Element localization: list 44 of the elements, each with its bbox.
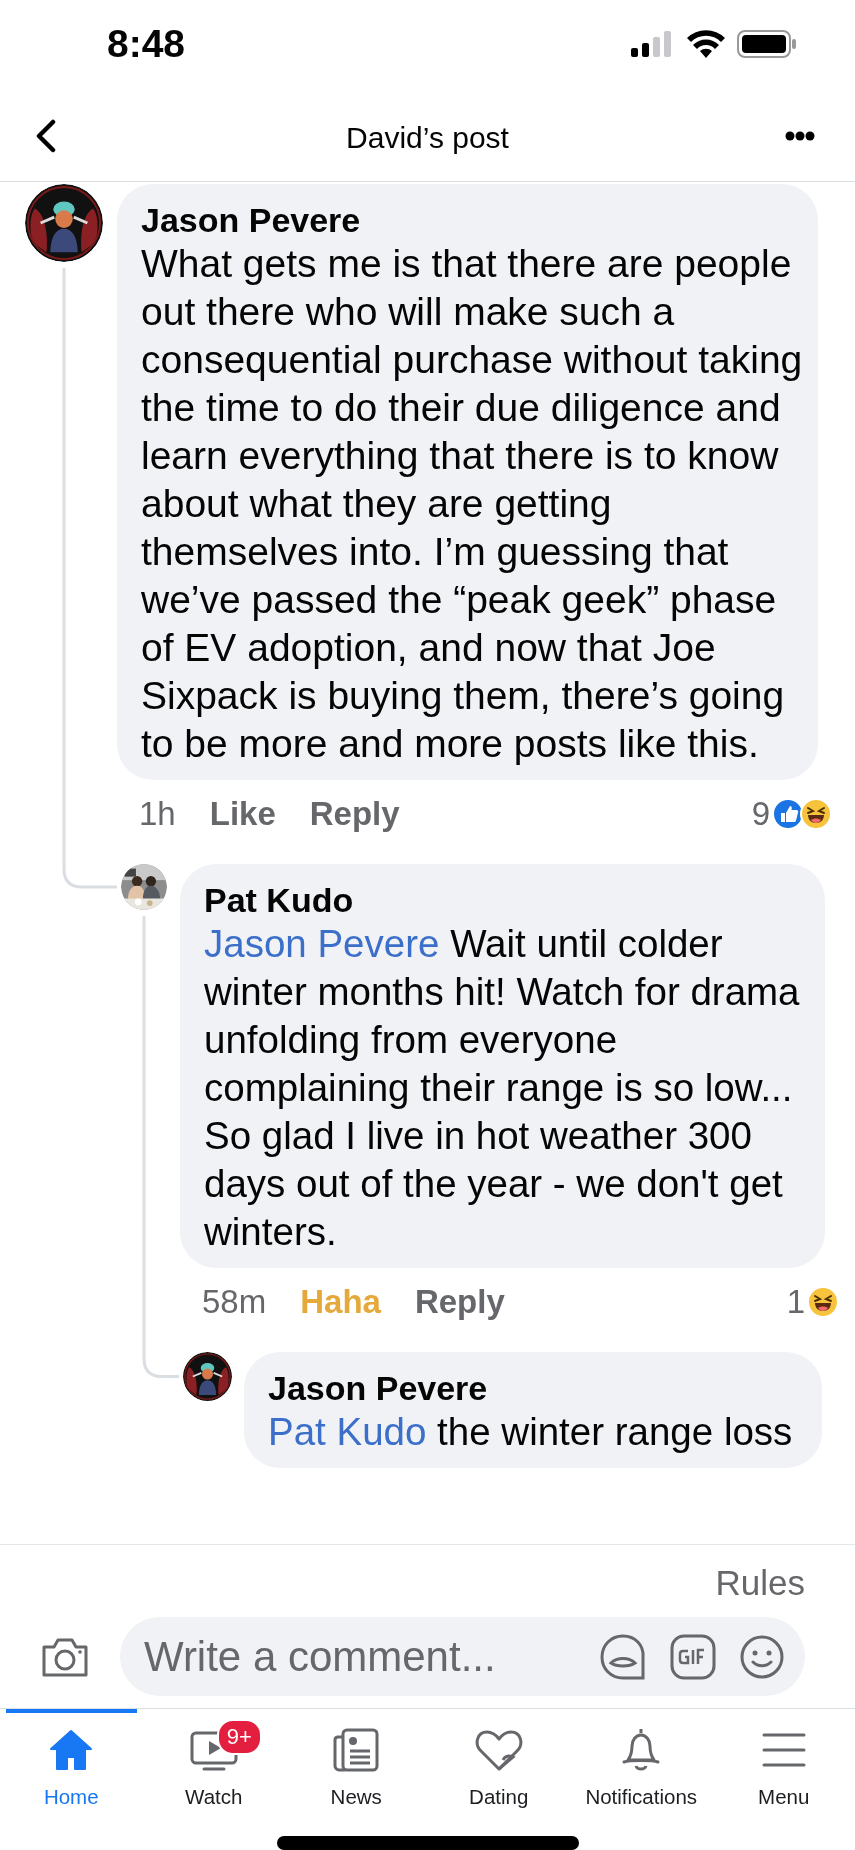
comment-text: Pat Kudo the winter range loss	[268, 1409, 794, 1455]
back-icon	[34, 119, 58, 153]
comment-author: Jason Pevere	[268, 1368, 489, 1408]
mention-link[interactable]: Jason Pevere	[204, 922, 440, 965]
nav-tab[interactable]: Home	[6, 1709, 137, 1844]
comment-author: Jason Pevere	[141, 200, 362, 240]
nav-tab[interactable]: Menu	[718, 1709, 849, 1844]
rules-link[interactable]: Rules	[715, 1565, 805, 1601]
action-button[interactable]: Like	[209, 795, 276, 833]
smiley-icon	[739, 1633, 785, 1680]
laughing-emoji-icon	[807, 1286, 839, 1318]
gif-button[interactable]	[669, 1632, 717, 1681]
page-title: David’s post	[346, 121, 509, 155]
nav-tab[interactable]: Notifications	[576, 1709, 707, 1844]
nav-tab[interactable]: News	[291, 1709, 422, 1844]
gif-icon	[669, 1632, 717, 1681]
more-icon	[785, 131, 815, 141]
comment-input[interactable]: Write a comment...	[142, 1631, 577, 1682]
home-icon	[48, 1727, 95, 1773]
status-time: 8:48	[107, 21, 186, 67]
action-button[interactable]: Reply	[414, 1283, 505, 1321]
action-button[interactable]: Reply	[309, 795, 400, 833]
nav-tab[interactable]: 9+ Watch	[148, 1709, 279, 1844]
emoji-button[interactable]	[739, 1633, 785, 1680]
comment-time: 58m	[202, 1283, 267, 1321]
more-button[interactable]	[785, 131, 815, 141]
comment-time: 1h	[139, 795, 176, 833]
nav-tab[interactable]: Dating	[433, 1709, 564, 1844]
sticker-icon	[599, 1632, 647, 1681]
reaction-count: 9	[751, 795, 770, 833]
comment-text: What gets me is that there are people out there who will make such a consequential purchase without taking the time to do their due diligence and learn everything that there is to know about what they are getting themselves into. I’m guessing that we’ve passed the “peak geek” phase of EV adoption, and now that Joe Sixpack is buying them, there’s going to be more and more posts like this.	[141, 241, 804, 767]
thumbs-up-icon	[772, 798, 804, 830]
comment-text: Jason Pevere Wait until colder winter months hit! Watch for drama unfolding from everyone complaining their range is so low... So glad I live in hot weather 300 days out of the year - we don't get winters.	[204, 921, 801, 1255]
notification-badge: 9+	[216, 1719, 262, 1755]
mention-link[interactable]: Pat Kudo	[268, 1410, 427, 1453]
wifi-icon	[687, 29, 725, 58]
laughing-emoji-icon	[800, 798, 832, 830]
back-button[interactable]	[34, 119, 58, 153]
comment-field[interactable]: Write a comment...	[120, 1617, 805, 1696]
comment-author: Pat Kudo	[204, 880, 355, 920]
sticker-button[interactable]	[599, 1632, 647, 1681]
reaction-count: 1	[786, 1283, 805, 1321]
battery-icon	[737, 29, 797, 58]
newspaper-icon	[331, 1727, 382, 1773]
